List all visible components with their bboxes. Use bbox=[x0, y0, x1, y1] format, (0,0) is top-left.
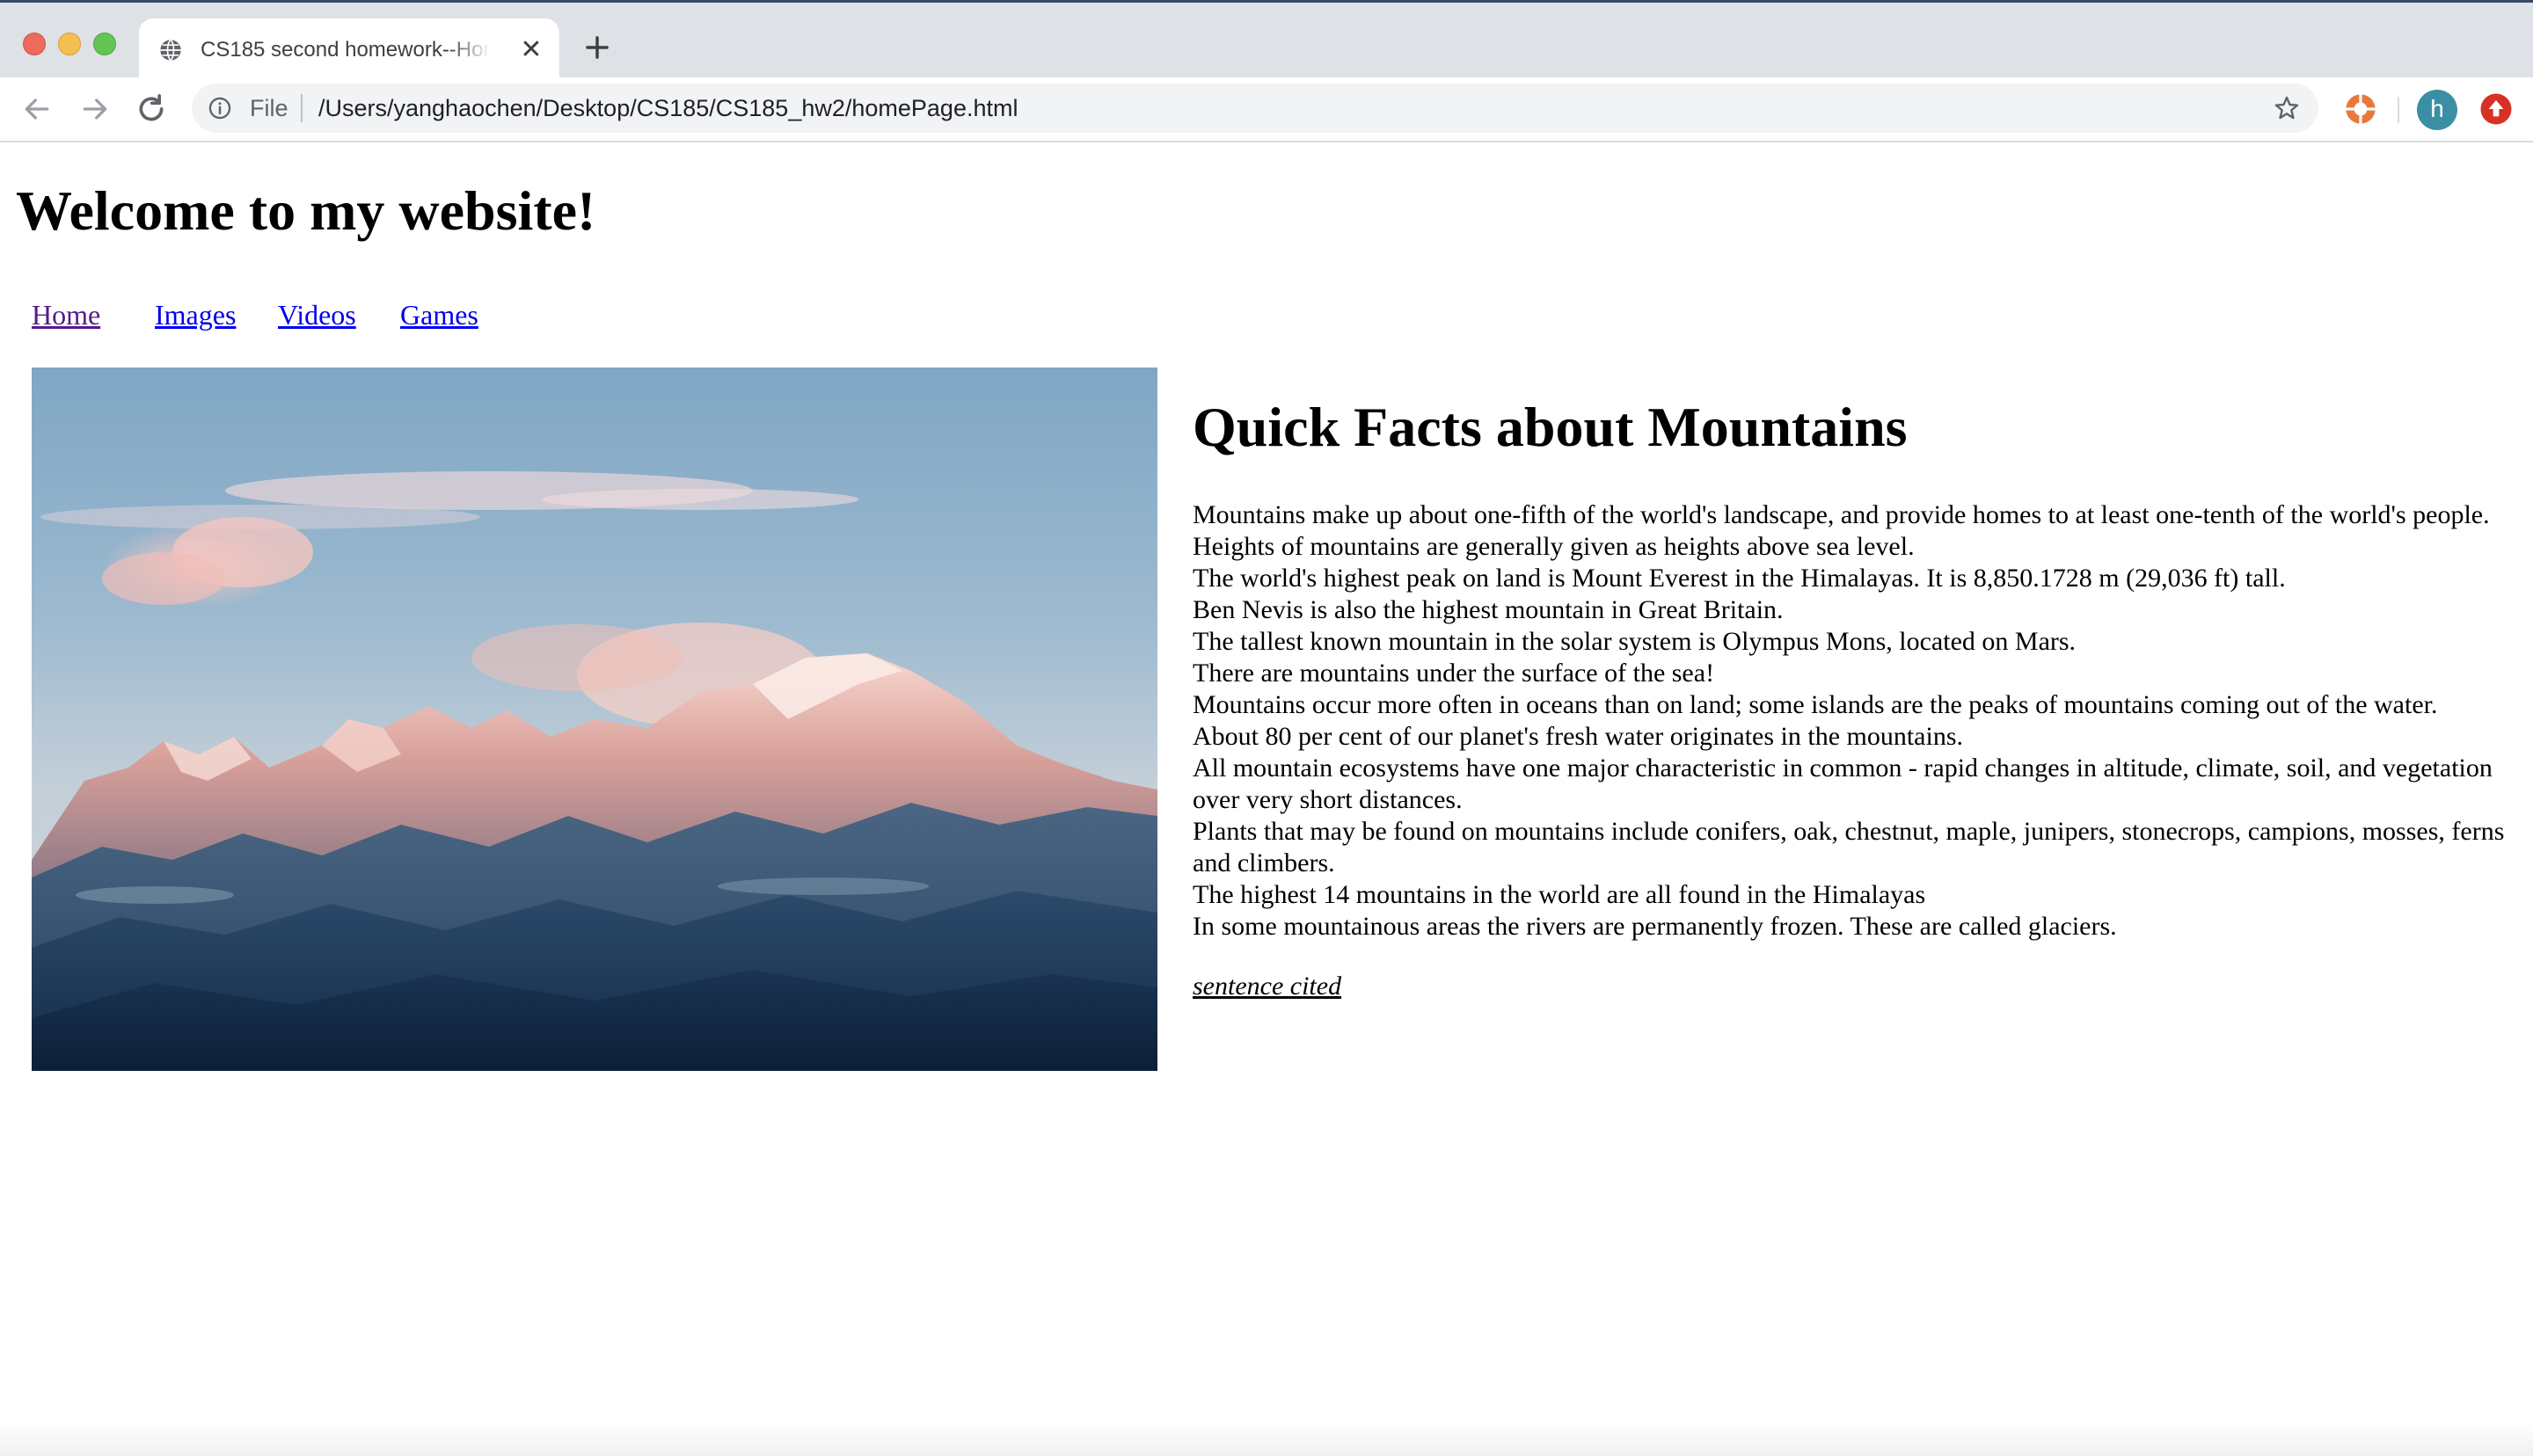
mountain-illustration bbox=[32, 368, 1157, 1071]
globe-icon bbox=[160, 39, 181, 62]
citation-link[interactable]: sentence cited bbox=[1193, 971, 1341, 1002]
tab-strip: CS185 second homework--Home ✕ bbox=[0, 0, 2533, 80]
arrow-left-icon[interactable] bbox=[19, 91, 55, 127]
toolbar-separator bbox=[2398, 97, 2399, 123]
facts-section: Quick Facts about Mountains Mountains ma… bbox=[1193, 394, 2512, 1002]
nav-link-images[interactable]: Images bbox=[155, 297, 236, 332]
window-bottom-shadow bbox=[0, 1421, 2533, 1456]
facts-heading: Quick Facts about Mountains bbox=[1193, 396, 1908, 458]
profile-avatar[interactable]: h bbox=[2417, 90, 2457, 130]
facts-list: Mountains make up about one-fifth of the… bbox=[1193, 499, 2512, 943]
fact-line: All mountain ecosystems have one major c… bbox=[1193, 753, 2493, 814]
fact-line: Heights of mountains are generally given… bbox=[1193, 532, 1915, 561]
window-minimize-button[interactable] bbox=[58, 33, 81, 55]
fact-line: There are mountains under the surface of… bbox=[1193, 659, 1715, 688]
fact-line: About 80 per cent of our planet's fresh … bbox=[1193, 722, 1964, 751]
fact-line: Ben Nevis is also the highest mountain i… bbox=[1193, 595, 1784, 624]
window-zoom-button[interactable] bbox=[93, 33, 116, 55]
fact-line: Plants that may be found on mountains in… bbox=[1193, 817, 2505, 877]
plus-icon[interactable] bbox=[580, 31, 614, 64]
browser-tab-active[interactable]: CS185 second homework--Home ✕ bbox=[139, 18, 559, 80]
fact-line: The world's highest peak on land is Moun… bbox=[1193, 564, 2286, 593]
url-text[interactable]: /Users/yanghaochen/Desktop/CS185/CS185_h… bbox=[318, 94, 1018, 122]
fact-line: Mountains occur more often in oceans tha… bbox=[1193, 690, 2438, 719]
nav-link-videos[interactable]: Videos bbox=[278, 297, 356, 332]
mountain-photo bbox=[32, 368, 1157, 1071]
nav-link-games[interactable]: Games bbox=[400, 297, 478, 332]
info-icon[interactable] bbox=[208, 96, 232, 120]
page-title: Welcome to my website! bbox=[16, 179, 596, 242]
fact-line: Mountains make up about one-fifth of the… bbox=[1193, 500, 2490, 529]
update-icon[interactable] bbox=[2478, 91, 2514, 127]
web-page: Welcome to my website! Home Images Video… bbox=[0, 142, 2533, 1456]
browser-chrome: CS185 second homework--Home ✕ File /User bbox=[0, 0, 2533, 142]
fact-line: In some mountainous areas the rivers are… bbox=[1193, 912, 2117, 941]
reload-icon[interactable] bbox=[134, 91, 169, 127]
tab-title: CS185 second homework--Home bbox=[201, 38, 491, 62]
arrow-right-icon[interactable] bbox=[77, 91, 113, 127]
nav-link-home[interactable]: Home bbox=[32, 297, 100, 332]
window-close-button[interactable] bbox=[23, 33, 46, 55]
fact-line: The tallest known mountain in the solar … bbox=[1193, 627, 2077, 656]
fact-line: The highest 14 mountains in the world ar… bbox=[1193, 880, 1926, 909]
browser-toolbar: File /Users/yanghaochen/Desktop/CS185/CS… bbox=[0, 77, 2533, 142]
address-bar[interactable]: File /Users/yanghaochen/Desktop/CS185/CS… bbox=[192, 84, 2318, 133]
close-icon[interactable]: ✕ bbox=[517, 36, 545, 64]
extension-icon[interactable] bbox=[2343, 91, 2378, 127]
scheme-label: File bbox=[250, 95, 288, 121]
star-icon[interactable] bbox=[2273, 94, 2301, 122]
omnibox-divider bbox=[301, 94, 303, 122]
